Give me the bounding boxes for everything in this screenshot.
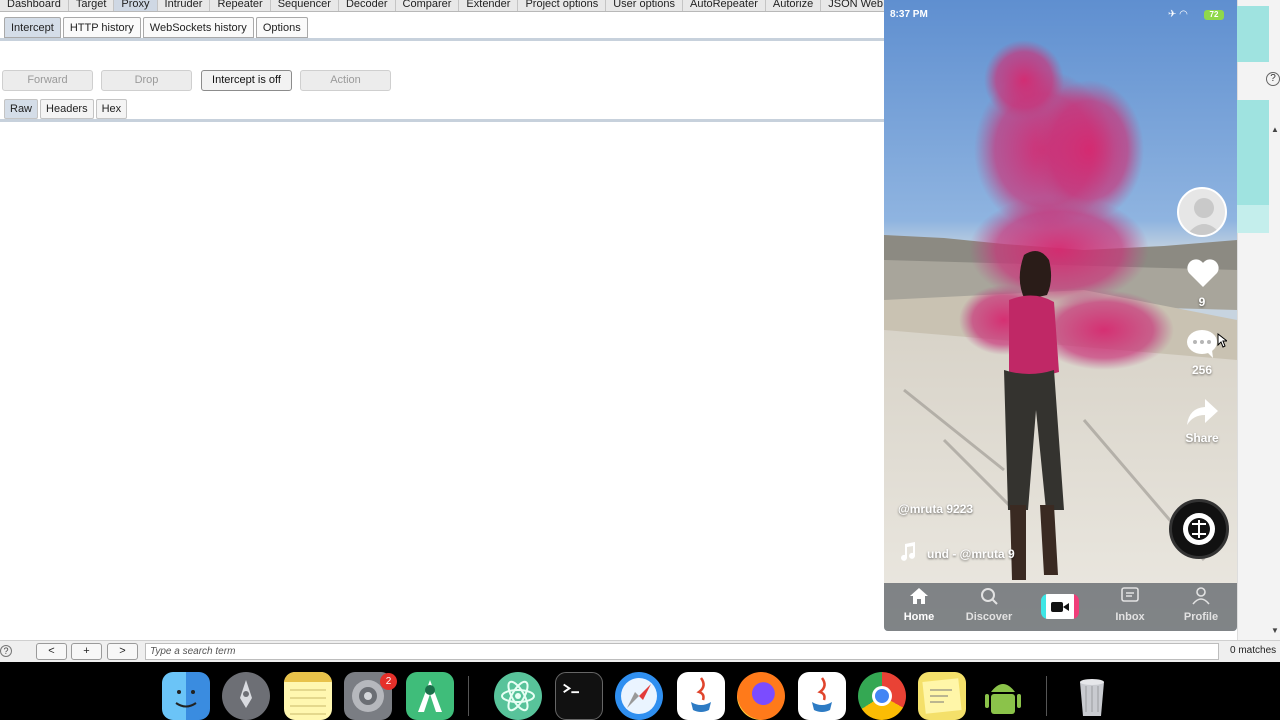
nav-profile[interactable]: Profile (1166, 587, 1236, 623)
nav-profile-label: Profile (1183, 611, 1219, 623)
tab-comparer[interactable]: Comparer (396, 0, 460, 11)
status-time: 8:37 PM (890, 9, 928, 20)
phone-screen[interactable]: 8:37 PM ✈ ◠ 72 9 256 Share @mruta 9223 u… (884, 0, 1237, 631)
tab-sequencer[interactable]: Sequencer (271, 0, 339, 11)
sound-disc-icon[interactable] (1169, 499, 1229, 559)
proxy-sub-tabs: Intercept HTTP history WebSockets histor… (4, 17, 308, 38)
chrome-icon[interactable] (858, 672, 906, 720)
share-label: Share (1185, 431, 1219, 445)
tab-autorize[interactable]: Autorize (766, 0, 822, 11)
music-note-icon (899, 542, 917, 567)
atom-icon[interactable] (494, 672, 542, 720)
notification-badge: 2 (380, 673, 397, 690)
message-view-tabs: Raw Headers Hex (4, 99, 128, 119)
nav-discover-label: Discover (965, 611, 1013, 623)
background-window-panel (1237, 6, 1269, 62)
nav-inbox-label: Inbox (1115, 611, 1145, 623)
next-match-button[interactable]: > (107, 643, 138, 660)
airplane-wifi-icon: ✈ ◠ (1168, 9, 1188, 20)
tab-dashboard[interactable]: Dashboard (0, 0, 69, 11)
background-window-edge (1237, 0, 1280, 640)
background-window-panel (1237, 205, 1269, 233)
previous-match-button[interactable]: < (36, 643, 67, 660)
comment-icon (1187, 330, 1217, 358)
drop-button[interactable]: Drop (101, 70, 192, 91)
heart-icon (1187, 259, 1219, 287)
forward-button[interactable]: Forward (2, 70, 93, 91)
finder-icon[interactable] (162, 672, 210, 720)
nav-inbox[interactable]: Inbox (1095, 587, 1165, 623)
sub-tab-divider (0, 38, 884, 41)
match-count: 0 matches (1230, 645, 1277, 656)
help-icon[interactable]: ? (0, 645, 12, 657)
trash-icon[interactable] (1068, 672, 1116, 720)
firefox-icon[interactable] (737, 672, 785, 720)
tab-websockets-history[interactable]: WebSockets history (142, 17, 254, 38)
profile-icon (1192, 587, 1210, 605)
search-options-button[interactable]: + (71, 643, 102, 660)
video-camera-icon (1051, 601, 1069, 612)
tab-decoder[interactable]: Decoder (339, 0, 396, 11)
scroll-up-arrow-icon[interactable]: ▲ (1271, 125, 1279, 134)
android-icon[interactable] (979, 672, 1027, 720)
mouse-cursor-icon (1217, 333, 1227, 348)
sound-title[interactable]: und - @mruta 9 (927, 547, 1015, 561)
tab-target[interactable]: Target (69, 0, 115, 11)
background-window-panel (1237, 100, 1269, 210)
tab-user-options[interactable]: User options (606, 0, 683, 11)
create-video-button[interactable] (1041, 594, 1079, 619)
message-editor[interactable] (0, 122, 884, 640)
notes-icon[interactable] (284, 672, 332, 720)
tab-proxy[interactable]: Proxy (114, 0, 158, 11)
tab-intruder[interactable]: Intruder (158, 0, 211, 11)
nav-discover[interactable]: Discover (954, 587, 1024, 623)
safari-icon[interactable] (615, 672, 663, 720)
java-icon[interactable] (677, 672, 725, 720)
nav-home[interactable]: Home (884, 587, 954, 623)
like-button[interactable] (1186, 258, 1220, 293)
search-icon (981, 588, 998, 605)
home-icon (910, 588, 928, 604)
help-icon[interactable]: ? (1266, 72, 1280, 86)
tab-raw[interactable]: Raw (4, 99, 39, 119)
comment-count: 256 (1191, 363, 1213, 377)
share-button[interactable] (1185, 397, 1219, 432)
intercept-toggle-button[interactable]: Intercept is off (201, 70, 292, 91)
tab-project-options[interactable]: Project options (518, 0, 607, 11)
like-count: 9 (1198, 295, 1206, 309)
tab-http-history[interactable]: HTTP history (62, 17, 141, 38)
tab-autorepeater[interactable]: AutoRepeater (683, 0, 766, 11)
tab-extender[interactable]: Extender (459, 0, 519, 11)
video-username[interactable]: @mruta 9223 (898, 502, 973, 516)
tab-hex[interactable]: Hex (95, 99, 128, 119)
tab-intercept[interactable]: Intercept (4, 17, 61, 38)
tab-repeater[interactable]: Repeater (210, 0, 271, 11)
battery-icon: 72 (1204, 10, 1224, 20)
stickies-icon[interactable] (918, 672, 966, 720)
action-button[interactable]: Action (300, 70, 391, 91)
search-input[interactable] (145, 643, 1219, 660)
avatar[interactable] (1177, 187, 1227, 237)
dock-separator (1046, 676, 1047, 716)
android-studio-icon[interactable] (406, 672, 454, 720)
inbox-icon (1121, 587, 1139, 602)
scroll-down-arrow-icon[interactable]: ▼ (1271, 626, 1279, 635)
tab-headers[interactable]: Headers (40, 99, 94, 119)
java-icon-2[interactable] (798, 672, 846, 720)
nav-home-label: Home (903, 611, 935, 623)
tab-options[interactable]: Options (255, 17, 308, 38)
comment-button[interactable] (1185, 328, 1219, 363)
launchpad-icon[interactable] (222, 672, 270, 720)
terminal-icon[interactable] (555, 672, 603, 720)
dock-separator (468, 676, 469, 716)
share-arrow-icon (1187, 399, 1218, 425)
